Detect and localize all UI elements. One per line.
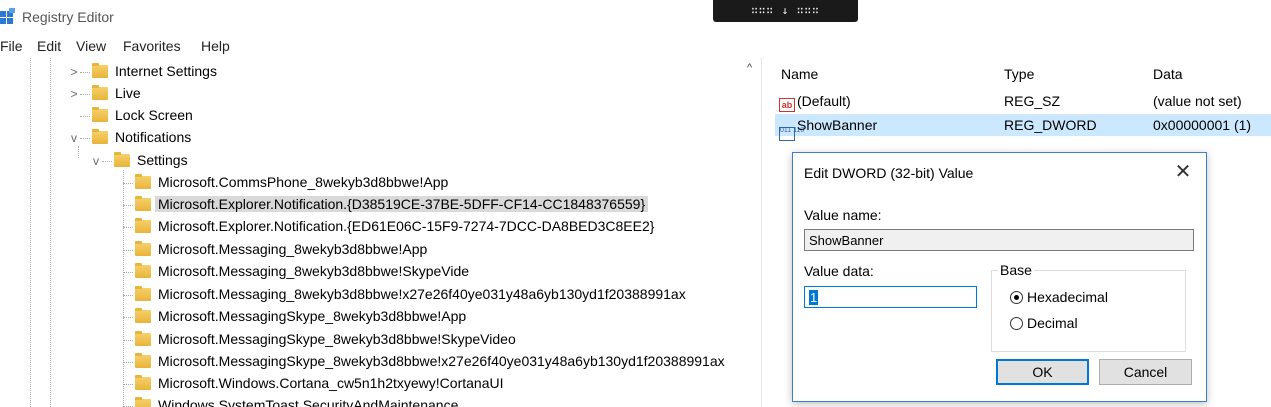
tree-item[interactable]: > Live [68, 82, 144, 104]
radio-hexadecimal-label: Hexadecimal [1027, 289, 1108, 305]
folder-icon [135, 174, 151, 189]
folder-icon [135, 375, 151, 390]
chevron-right-icon[interactable]: > [68, 83, 80, 105]
tree-item[interactable]: Microsoft.MessagingSkype_8wekyb3d8bbwe!x… [123, 350, 728, 372]
tree-item[interactable]: Microsoft.Messaging_8wekyb3d8bbwe!x27e26… [123, 283, 689, 305]
dialog-title: Edit DWORD (32-bit) Value [804, 165, 974, 181]
value-data-label: Value data: [804, 263, 874, 279]
menu-view[interactable]: View [76, 38, 106, 54]
value-name: (Default) [797, 93, 851, 109]
folder-icon [135, 353, 151, 368]
value-type: REG_DWORD [1004, 117, 1097, 133]
string-value-icon: ab [779, 98, 795, 112]
close-icon[interactable]: ✕ [1170, 159, 1196, 184]
folder-icon [92, 63, 108, 78]
tree-item[interactable]: Microsoft.MessagingSkype_8wekyb3d8bbwe!S… [123, 328, 519, 350]
tree-guide-line [30, 58, 31, 407]
folder-icon [135, 331, 151, 346]
folder-icon [114, 152, 130, 167]
ok-button[interactable]: OK [996, 359, 1089, 385]
base-group: Base Hexadecimal Decimal [991, 262, 1186, 352]
scroll-up-arrow-icon[interactable]: ^ [747, 62, 752, 74]
folder-icon [135, 286, 151, 301]
value-data-text: 1 [809, 290, 819, 305]
menu-file[interactable]: File [0, 38, 23, 54]
chevron-down-icon[interactable]: v [90, 150, 102, 172]
tree-item-selected[interactable]: Microsoft.Explorer.Notification.{D38519C… [123, 193, 649, 215]
tree-item[interactable]: v Settings [90, 149, 191, 171]
base-label: Base [998, 262, 1034, 278]
value-data: (value not set) [1153, 93, 1242, 109]
menu-help[interactable]: Help [201, 38, 230, 54]
menu-edit[interactable]: Edit [37, 38, 61, 54]
folder-icon [135, 196, 151, 211]
radio-decimal-label: Decimal [1027, 315, 1078, 331]
tree-item[interactable]: > Internet Settings [68, 60, 220, 82]
value-data-input[interactable]: 1 [804, 286, 977, 308]
binary-value-icon: 011 110 [779, 127, 804, 141]
edit-dword-dialog: Edit DWORD (32-bit) Value ✕ Value name: … [792, 152, 1207, 402]
value-row-selected[interactable]: 011 110ShowBanner REG_DWORD 0x00000001 (… [775, 114, 1271, 141]
folder-icon [92, 85, 108, 100]
radio-hexadecimal[interactable]: Hexadecimal [1010, 289, 1108, 305]
window-title: Registry Editor [22, 9, 114, 25]
remote-session-bar[interactable]: ∷∷∷ ↓ ∷∷∷ [713, 0, 858, 22]
column-header-type[interactable]: Type [1004, 66, 1034, 82]
folder-icon [92, 107, 108, 122]
value-name: ShowBanner [797, 117, 878, 133]
cancel-button[interactable]: Cancel [1099, 359, 1192, 385]
registry-editor-icon [0, 8, 15, 24]
value-name-label: Value name: [804, 207, 882, 223]
tree-item[interactable]: Windows.SystemToast.SecurityAndMaintenan… [123, 394, 461, 407]
menu-favorites[interactable]: Favorites [123, 38, 181, 54]
tree-guide-line [50, 58, 51, 407]
radio-unselected-icon [1010, 317, 1023, 330]
folder-icon [135, 397, 151, 407]
value-data: 0x00000001 (1) [1153, 117, 1252, 133]
tree-item[interactable]: Microsoft.CommsPhone_8wekyb3d8bbwe!App [123, 171, 451, 193]
folder-icon [135, 241, 151, 256]
column-header-name[interactable]: Name [781, 66, 818, 82]
title-bar: Registry Editor ∷∷∷ ↓ ∷∷∷ [0, 0, 1271, 34]
tree-item[interactable]: Microsoft.Explorer.Notification.{ED61E06… [123, 215, 657, 237]
chevron-down-icon[interactable]: v [68, 127, 80, 149]
value-row[interactable]: ab (Default) REG_SZ (value not set) [775, 90, 1271, 112]
tree-item[interactable]: Microsoft.Messaging_8wekyb3d8bbwe!App [123, 238, 430, 260]
folder-icon [92, 129, 108, 144]
folder-icon [135, 308, 151, 323]
value-type: REG_SZ [1004, 93, 1061, 109]
column-header-data[interactable]: Data [1153, 66, 1183, 82]
tree-item[interactable]: Microsoft.Messaging_8wekyb3d8bbwe!SkypeV… [123, 260, 472, 282]
chevron-right-icon[interactable]: > [68, 61, 80, 83]
radio-selected-icon [1010, 291, 1023, 304]
tree-item[interactable]: v Notifications [68, 126, 194, 148]
value-name-field: ShowBanner [804, 229, 1194, 251]
folder-icon [135, 218, 151, 233]
key-tree[interactable]: > Internet Settings > Live Lock Screen v No… [0, 58, 762, 407]
tree-item[interactable]: Microsoft.Windows.Cortana_cw5n1h2txyewy!… [123, 372, 506, 394]
menu-bar: File Edit View Favorites Help [0, 34, 1271, 58]
tree-item[interactable]: Lock Screen [68, 104, 196, 126]
tree-item[interactable]: Microsoft.MessagingSkype_8wekyb3d8bbwe!A… [123, 305, 469, 327]
folder-icon [135, 263, 151, 278]
radio-decimal[interactable]: Decimal [1010, 315, 1078, 331]
